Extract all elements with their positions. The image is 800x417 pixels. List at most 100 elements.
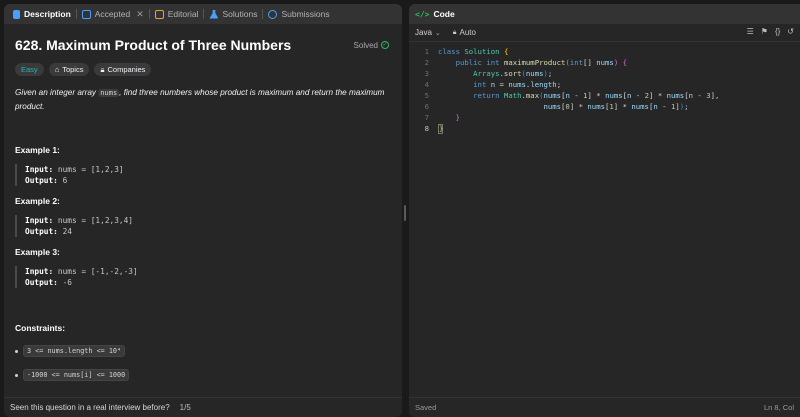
solved-label: Solved [353, 40, 378, 50]
tab-accepted[interactable]: Accepted ✕ [77, 4, 149, 24]
tag-icon: ⌂ [54, 65, 60, 74]
flask-icon [209, 9, 219, 19]
topics-button[interactable]: ⌂ Topics [48, 63, 90, 76]
input-label: Input: [25, 165, 54, 174]
difficulty-badge: Easy [15, 63, 44, 76]
problem-description: Given an integer array nums, find three … [15, 86, 391, 113]
constraint-code: 3 <= nums.length <= 10⁴ [23, 345, 126, 357]
example-2: Example 2: Input: nums = [1,2,3,4] Outpu… [15, 196, 391, 237]
example-block: Input: nums = [-1,-2,-3] Output: -6 [15, 266, 391, 288]
language-label: Java [415, 28, 432, 37]
editor-statusbar: Saved Ln 8, Col [409, 397, 800, 417]
chevron-down-icon: ⌄ [434, 29, 441, 37]
resize-handle[interactable] [404, 205, 406, 221]
code-icon: </> [415, 9, 430, 19]
bracket-cursor: } [438, 124, 444, 134]
code-line: 1 class Solution { [409, 46, 800, 57]
cursor-position: Ln 8, Col [763, 403, 794, 412]
input-value: nums = [1,2,3,4] [57, 216, 133, 225]
code-line: 3 Arrays.sort(nums); [409, 68, 800, 79]
reset-icon[interactable]: ↺ [787, 27, 794, 36]
lock-icon: 🔒︎ [452, 28, 457, 36]
tab-solutions[interactable]: Solutions [204, 4, 262, 24]
code-panel: </> Code Java ⌄ 🔒︎ Auto ☰ ⚑ {} ↺ 1 class … [409, 4, 800, 417]
code-header: </> Code [409, 4, 800, 24]
close-icon[interactable]: ✕ [136, 9, 144, 20]
editorial-icon [154, 9, 164, 19]
code-text: Arrays.sort(nums); [473, 69, 553, 78]
code-editor[interactable]: 1 class Solution { 2 public int maximumPr… [409, 46, 800, 134]
toolbar-icons: ☰ ⚑ {} ↺ [747, 27, 794, 36]
interview-question: Seen this question in a real interview b… [10, 403, 170, 412]
example-block: Input: nums = [1,2,3,4] Output: 24 [15, 215, 391, 237]
example-block: Input: nums = [1,2,3] Output: 6 [15, 164, 391, 186]
code-line: 6 nums[0] * nums[1] * nums[n - 1]); [409, 101, 800, 112]
lock-icon: 🔒︎ [100, 64, 105, 74]
input-label: Input: [25, 267, 54, 276]
constraint-item: -1000 <= nums[i] <= 1000 [15, 369, 391, 381]
desc-text-1: Given an integer array [15, 88, 99, 97]
example-title: Example 3: [15, 247, 60, 257]
tab-description-label: Description [24, 9, 71, 19]
example-title: Example 1: [15, 145, 60, 155]
auto-label: Auto [459, 28, 476, 37]
tab-description[interactable]: Description [8, 4, 76, 24]
tab-submissions-label: Submissions [281, 9, 330, 19]
code-text: } [455, 113, 460, 122]
line-number: 3 [424, 69, 429, 78]
topics-label: Topics [62, 65, 84, 74]
braces-icon[interactable]: {} [775, 27, 780, 36]
tab-submissions[interactable]: Submissions [263, 4, 334, 24]
line-number: 2 [424, 58, 429, 67]
input-label: Input: [25, 216, 54, 225]
output-value: 24 [62, 227, 72, 236]
code-text: class Solution { [438, 47, 509, 56]
output-label: Output: [25, 278, 58, 287]
code-text: } [438, 123, 443, 134]
code-text: public int maximumProduct(int[] nums) { [455, 58, 628, 67]
companies-button[interactable]: 🔒︎ Companies [94, 63, 152, 76]
code-line: 7 } [409, 112, 800, 123]
save-status: Saved [415, 403, 437, 412]
tab-solutions-label: Solutions [222, 9, 258, 19]
desc-code: nums [98, 89, 120, 97]
tab-editorial-label: Editorial [167, 9, 199, 19]
tag-row: Easy ⌂ Topics 🔒︎ Companies [15, 63, 391, 76]
history-icon [268, 9, 278, 19]
check-circle-icon: ✓ [381, 41, 389, 49]
input-value: nums = [1,2,3] [57, 165, 124, 174]
constraints-title: Constraints: [15, 323, 66, 333]
language-select[interactable]: Java ⌄ [415, 28, 441, 37]
line-number: 5 [424, 91, 429, 100]
bullet [15, 373, 18, 377]
title-row: 628. Maximum Product of Three Numbers So… [15, 37, 391, 53]
interview-footer: Seen this question in a real interview b… [4, 397, 402, 417]
example-1: Example 1: Input: nums = [1,2,3] Output:… [15, 145, 391, 186]
accepted-icon [81, 9, 91, 19]
output-label: Output: [25, 227, 58, 236]
editor-toolbar: Java ⌄ 🔒︎ Auto ☰ ⚑ {} ↺ [409, 24, 800, 42]
tab-editorial[interactable]: Editorial [150, 4, 204, 24]
code-text: int n = nums.length; [473, 80, 562, 89]
code-line: 4 int n = nums.length; [409, 79, 800, 90]
code-text: nums[0] * nums[1] * nums[n - 1]); [543, 102, 689, 111]
line-number: 8 [424, 124, 429, 133]
auto-mode[interactable]: 🔒︎ Auto [453, 28, 476, 37]
bookmark-icon[interactable]: ⚑ [761, 27, 768, 36]
description-tabbar: Description Accepted ✕ Editorial Solutio… [4, 4, 402, 24]
example-title: Example 2: [15, 196, 60, 206]
code-text: return Math.max(nums[n - 1] * nums[n - 2… [473, 91, 720, 100]
output-value: 6 [62, 176, 68, 185]
bullet [15, 349, 18, 353]
description-panel: Description Accepted ✕ Editorial Solutio… [4, 4, 402, 417]
companies-label: Companies [107, 65, 146, 74]
example-3: Example 3: Input: nums = [-1,-2,-3] Outp… [15, 247, 391, 288]
format-icon[interactable]: ☰ [747, 27, 754, 36]
tab-accepted-label: Accepted [94, 9, 131, 19]
document-icon [13, 9, 20, 19]
page-title[interactable]: 628. Maximum Product of Three Numbers [15, 37, 291, 53]
solved-status: Solved ✓ [354, 41, 389, 50]
constraint-code: -1000 <= nums[i] <= 1000 [23, 369, 130, 381]
problem-content: 628. Maximum Product of Three Numbers So… [4, 37, 402, 381]
output-value: -6 [62, 278, 72, 287]
